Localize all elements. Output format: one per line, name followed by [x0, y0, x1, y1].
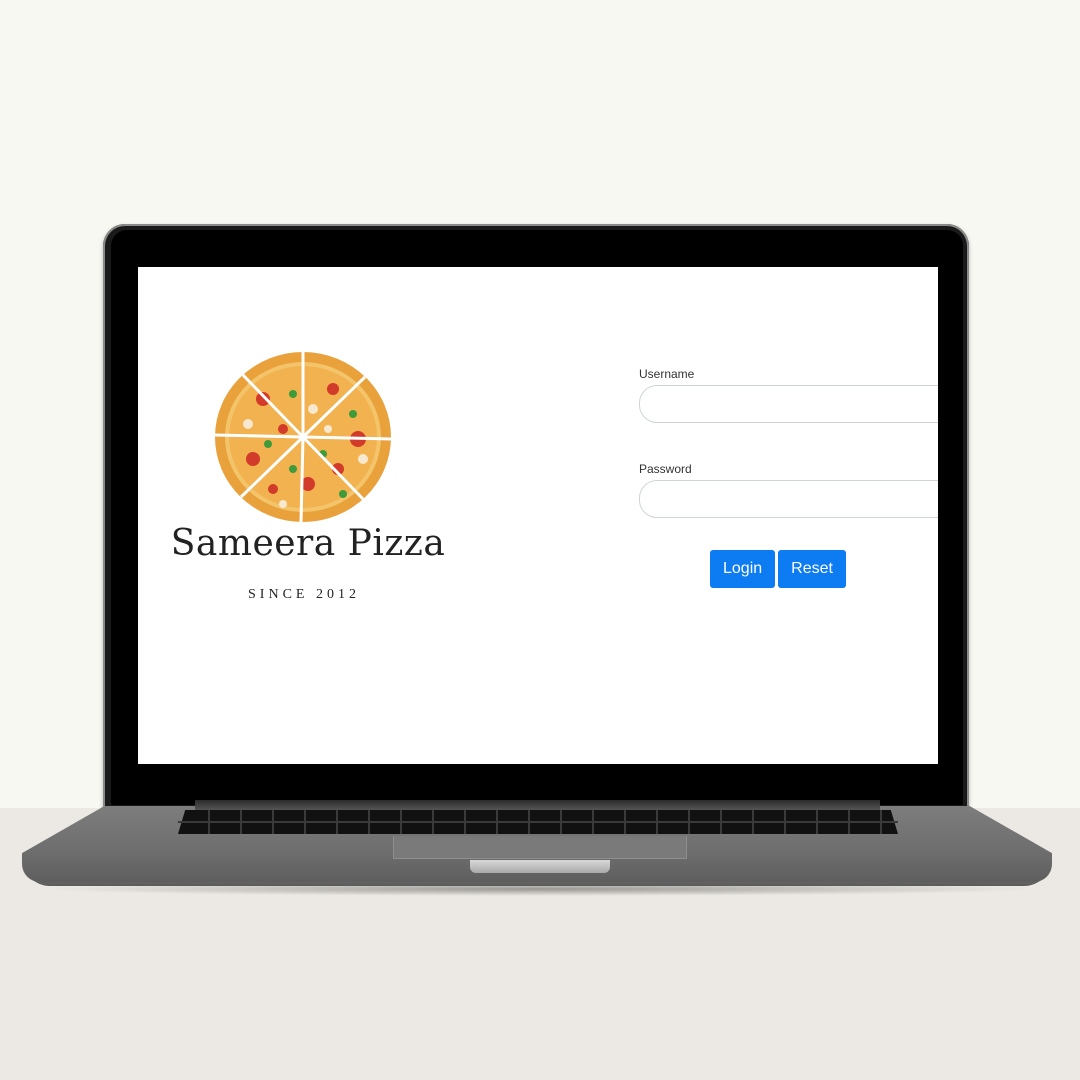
- username-group: Username: [639, 367, 938, 423]
- keyboard-row-divider: [178, 821, 898, 823]
- laptop-screen: Sameera Pizza SINCE 2012 Username Passwo…: [138, 267, 938, 764]
- lid-notch: [470, 860, 610, 873]
- trackpad: [393, 836, 687, 859]
- password-input[interactable]: [639, 480, 938, 518]
- username-label: Username: [639, 367, 695, 381]
- brand-panel: Sameera Pizza SINCE 2012: [138, 267, 473, 764]
- login-form: Username Password Login Reset: [639, 367, 938, 588]
- password-group: Password: [639, 462, 938, 518]
- laptop-hinge: [195, 800, 880, 810]
- pizza-logo-icon: [214, 352, 392, 523]
- password-label: Password: [639, 462, 692, 476]
- reset-button[interactable]: Reset: [778, 550, 846, 588]
- brand-name: Sameera Pizza: [170, 523, 446, 564]
- form-actions: Login Reset: [710, 550, 846, 588]
- login-button[interactable]: Login: [710, 550, 776, 588]
- username-input[interactable]: [639, 385, 938, 423]
- brand-tagline: SINCE 2012: [248, 587, 360, 602]
